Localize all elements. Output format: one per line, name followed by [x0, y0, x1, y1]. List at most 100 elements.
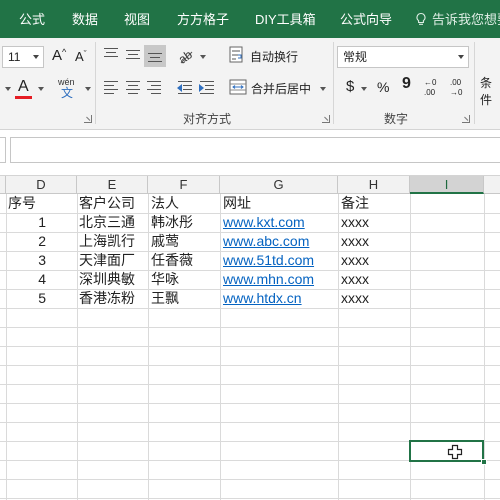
align-middle-button[interactable]: [123, 46, 143, 64]
cell-notes[interactable]: xxxx: [341, 232, 409, 251]
down-caret-icon: ˇ: [83, 49, 87, 59]
fill-handle[interactable]: [481, 459, 487, 465]
cell-notes[interactable]: xxxx: [341, 213, 409, 232]
cell-seq[interactable]: 4: [8, 270, 46, 289]
chevron-down-icon[interactable]: [361, 87, 367, 91]
alignment-dialog-launcher-icon[interactable]: [322, 115, 330, 123]
phonetic-bottom: 文: [61, 86, 74, 100]
tab-diy-toolbox[interactable]: DIY工具箱: [255, 0, 316, 38]
gridline: [484, 194, 485, 500]
chevron-down-icon[interactable]: [200, 55, 206, 59]
increase-decimal-button[interactable]: ←0 .00: [424, 78, 444, 100]
wrap-text-button[interactable]: 自动换行: [250, 48, 298, 65]
tab-data[interactable]: 数据: [72, 0, 98, 38]
cell-website-link[interactable]: www.htdx.cn: [223, 289, 337, 308]
tab-formulas[interactable]: 公式: [19, 0, 45, 38]
tab-formula-wizard[interactable]: 公式向导: [340, 0, 392, 38]
arrow-right-icon: [199, 84, 204, 92]
shrink-font-button[interactable]: Aˇ: [75, 49, 87, 64]
wrap-text-icon: [229, 46, 243, 63]
cell-company[interactable]: 天津面厂: [79, 251, 147, 270]
align-top-button[interactable]: [102, 46, 122, 64]
tab-fangfanggezi[interactable]: 方方格子: [177, 0, 229, 38]
header-cell-company[interactable]: 客户公司: [79, 194, 147, 213]
align-center-button[interactable]: [123, 78, 143, 96]
align-bottom-button[interactable]: [144, 45, 166, 67]
number-dialog-launcher-icon[interactable]: [462, 115, 470, 123]
grow-font-button[interactable]: A^: [52, 47, 66, 64]
cell-seq[interactable]: 1: [8, 213, 46, 232]
column-header-e[interactable]: E: [77, 176, 148, 194]
font-color-button[interactable]: A: [18, 78, 29, 96]
column-header-next[interactable]: [484, 176, 500, 194]
gridline: [0, 308, 500, 309]
align-left-button[interactable]: [102, 78, 122, 96]
chevron-down-icon[interactable]: [85, 87, 91, 91]
header-cell-legal-rep[interactable]: 法人: [151, 194, 219, 213]
gridline: [220, 194, 221, 500]
tab-view[interactable]: 视图: [124, 0, 150, 38]
cell-legal-rep[interactable]: 华咏: [151, 270, 219, 289]
header-cell-seq[interactable]: 序号: [8, 194, 76, 213]
cell-company[interactable]: 深圳典敏: [79, 270, 147, 289]
cell-company[interactable]: 香港冻粉: [79, 289, 147, 308]
conditional-formatting-button[interactable]: 条件: [480, 74, 500, 108]
cell-company[interactable]: 北京三通: [79, 213, 147, 232]
lightbulb-icon: [416, 12, 426, 25]
arrow-left-icon: [177, 84, 182, 92]
cell-notes[interactable]: xxxx: [341, 251, 409, 270]
shrink-font-glyph: A: [75, 49, 84, 64]
worksheet-grid[interactable]: D E F G H I 序号 客户公司 法人 网址 备注 1 北京三通 韩冰彤 …: [0, 176, 500, 500]
currency-button[interactable]: $: [346, 78, 354, 95]
up-caret-icon: ^: [62, 47, 67, 57]
gridline: [0, 498, 500, 499]
decrease-decimal-button[interactable]: .00 →0: [450, 78, 470, 100]
comma-style-button[interactable]: 9: [402, 75, 411, 93]
increase-indent-button[interactable]: [198, 78, 218, 96]
column-header-d[interactable]: D: [6, 176, 77, 194]
orientation-icon[interactable]: ab: [177, 46, 199, 66]
header-cell-website[interactable]: 网址: [223, 194, 337, 213]
chevron-down-icon[interactable]: [38, 87, 44, 91]
gridline: [6, 194, 7, 500]
number-format-select[interactable]: 常规: [337, 46, 469, 68]
cell-legal-rep[interactable]: 任香薇: [151, 251, 219, 270]
column-header-f[interactable]: F: [148, 176, 220, 194]
group-separator: [95, 42, 96, 124]
percent-button[interactable]: %: [377, 79, 389, 95]
dec-decimal-bottom: →0: [450, 88, 463, 97]
cell-seq[interactable]: 2: [8, 232, 46, 251]
column-header-h[interactable]: H: [338, 176, 410, 194]
decrease-indent-button[interactable]: [176, 78, 196, 96]
tell-me-search[interactable]: 告诉我您想要: [414, 0, 500, 38]
chevron-down-icon[interactable]: [320, 87, 326, 91]
gridline: [77, 194, 78, 500]
align-right-button[interactable]: [145, 78, 165, 96]
cell-seq[interactable]: 3: [8, 251, 46, 270]
font-size-box[interactable]: 11: [2, 46, 44, 68]
column-header-i[interactable]: I: [410, 176, 484, 194]
cell-legal-rep[interactable]: 韩冰彤: [151, 213, 219, 232]
gridline: [0, 479, 500, 480]
cell-notes[interactable]: xxxx: [341, 289, 409, 308]
gridline: [0, 422, 500, 423]
cell-company[interactable]: 上海凯行: [79, 232, 147, 251]
merge-center-button[interactable]: 合并后居中: [251, 80, 311, 97]
chevron-down-icon[interactable]: [5, 87, 11, 91]
column-header-g[interactable]: G: [220, 176, 338, 194]
cell-website-link[interactable]: www.kxt.com: [223, 213, 337, 232]
cell-legal-rep[interactable]: 王飘: [151, 289, 219, 308]
cell-website-link[interactable]: www.51td.com: [223, 251, 337, 270]
cell-website-link[interactable]: www.mhn.com: [223, 270, 337, 289]
cell-notes[interactable]: xxxx: [341, 270, 409, 289]
gridline: [0, 346, 500, 347]
font-dialog-launcher-icon[interactable]: [84, 115, 92, 123]
cell-seq[interactable]: 5: [8, 289, 46, 308]
formula-input[interactable]: [10, 137, 500, 163]
cell-legal-rep[interactable]: 戚莺: [151, 232, 219, 251]
cell-website-link[interactable]: www.abc.com: [223, 232, 337, 251]
cell-cursor-icon: [447, 444, 463, 460]
phonetic-guide-button[interactable]: wén 文: [58, 78, 82, 102]
name-box[interactable]: [0, 137, 6, 163]
header-cell-notes[interactable]: 备注: [341, 194, 409, 213]
